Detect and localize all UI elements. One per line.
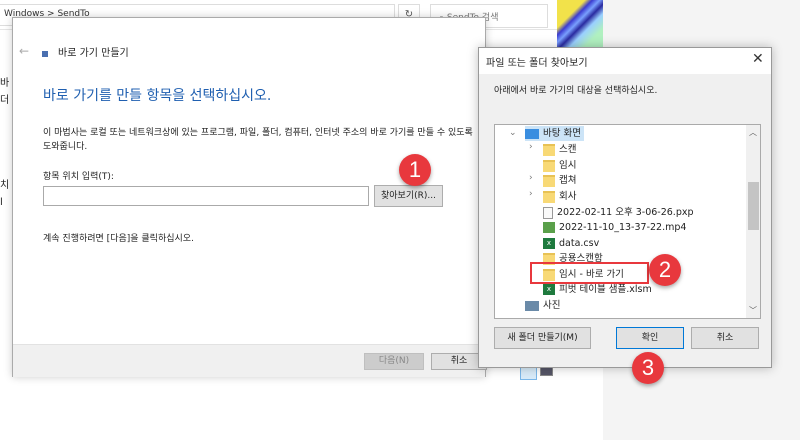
pictures-icon — [525, 300, 539, 311]
step-badge-2: 2 — [649, 254, 681, 286]
folder-icon — [543, 174, 555, 187]
dialog-title: 파일 또는 폴더 찾아보기 — [486, 58, 588, 69]
excel-icon: x — [543, 238, 555, 249]
tree-item-label: 임시 — [559, 160, 577, 171]
tree-item-label: 스캔 — [559, 144, 577, 155]
highlight-box — [530, 262, 649, 284]
wizard-title: 바로 가기 만들기 — [58, 48, 129, 59]
tree-item[interactable]: 캡쳐 — [543, 173, 576, 188]
step-badge-3: 3 — [632, 352, 664, 384]
file-icon — [543, 206, 553, 219]
tree-item[interactable]: 스캔 — [543, 142, 576, 157]
wizard-heading: 바로 가기를 만들 항목을 선택하십시오. — [43, 88, 272, 104]
tree-item[interactable]: x 피벗 테이블 샘플.xlsm — [543, 282, 652, 297]
tree-item[interactable]: 2022-02-11 오후 3-06-26.pxp — [543, 205, 694, 220]
back-arrow-icon[interactable]: ← — [19, 44, 29, 58]
sidebar-item[interactable]: 바 — [0, 75, 9, 92]
next-button[interactable]: 다음(N) — [364, 353, 424, 370]
tree-item-label: 회사 — [559, 191, 577, 202]
folder-tree[interactable]: ⌄ 바탕 화면 › 스캔 임시 › 캡쳐 › 회사 2022-02-11 오후 … — [494, 124, 761, 319]
wizard-footer: 다음(N) 취소 — [13, 344, 487, 377]
sidebar-item[interactable]: 더 — [0, 92, 9, 109]
tree-item-label: 2022-11-10_13-37-22.mp4 — [559, 222, 687, 233]
explorer-sidebar: 바 더 치 l — [0, 75, 9, 211]
ok-button[interactable]: 확인 — [616, 327, 684, 349]
sidebar-item[interactable]: l — [0, 194, 9, 211]
sidebar-item[interactable]: 치 — [0, 177, 9, 194]
create-shortcut-wizard: ← 바로 가기 만들기 바로 가기를 만들 항목을 선택하십시오. 이 마법사는… — [12, 17, 487, 377]
new-folder-button[interactable]: 새 폴더 만들기(M) — [494, 327, 591, 349]
chevron-right-icon[interactable]: › — [529, 189, 533, 199]
tree-item-label: 사진 — [543, 300, 561, 311]
wallpaper-thumbnail — [557, 0, 603, 47]
wizard-description: 이 마법사는 로컬 또는 네트워크상에 있는 프로그램, 파일, 폴더, 컴퓨터… — [43, 128, 473, 152]
video-icon — [543, 222, 555, 233]
browse-button[interactable]: 찾아보기(R)... — [374, 185, 443, 207]
tree-item[interactable]: 사진 — [525, 298, 560, 313]
browse-folder-dialog: 파일 또는 폴더 찾아보기 ✕ 아래에서 바로 가기의 대상을 선택하십시오. … — [478, 47, 772, 368]
close-icon[interactable]: ✕ — [752, 51, 764, 67]
tree-item-label: 캡쳐 — [559, 175, 577, 186]
tree-item-desktop[interactable]: 바탕 화면 — [525, 126, 584, 141]
tree-item-label: 2022-02-11 오후 3-06-26.pxp — [557, 207, 694, 218]
tree-item-label: data.csv — [559, 238, 600, 249]
chevron-right-icon[interactable]: › — [529, 173, 533, 183]
tree-item-label: 바탕 화면 — [543, 128, 581, 139]
folder-icon — [543, 159, 555, 172]
chevron-right-icon[interactable]: › — [529, 142, 533, 152]
excel-icon: x — [543, 284, 555, 295]
tree-item[interactable]: 회사 — [543, 189, 576, 204]
desktop-icon — [525, 128, 539, 139]
scrollbar-thumb[interactable] — [748, 182, 759, 230]
cancel-button[interactable]: 취소 — [691, 327, 759, 349]
tree-item[interactable]: 2022-11-10_13-37-22.mp4 — [543, 220, 686, 235]
tree-item[interactable]: x data.csv — [543, 236, 599, 251]
continue-hint: 계속 진행하려면 [다음]을 클릭하십시오. — [43, 234, 194, 244]
shortcut-icon — [42, 51, 48, 57]
tree-item-label: 피벗 테이블 샘플.xlsm — [559, 284, 652, 295]
scroll-down-icon[interactable]: ﹀ — [749, 305, 757, 316]
location-label: 항목 위치 입력(T): — [43, 172, 114, 182]
chevron-down-icon[interactable]: ⌄ — [509, 128, 517, 138]
step-badge-1: 1 — [399, 154, 431, 186]
scroll-up-icon[interactable]: ︿ — [749, 127, 757, 138]
tree-item[interactable]: 임시 — [543, 158, 576, 173]
folder-icon — [543, 190, 555, 203]
dialog-instruction: 아래에서 바로 가기의 대상을 선택하십시오. — [494, 86, 658, 96]
dialog-titlebar: 파일 또는 폴더 찾아보기 ✕ — [479, 48, 771, 74]
folder-icon — [543, 143, 555, 156]
scrollbar[interactable]: ︿ ﹀ — [746, 125, 760, 318]
location-input[interactable] — [43, 186, 369, 206]
